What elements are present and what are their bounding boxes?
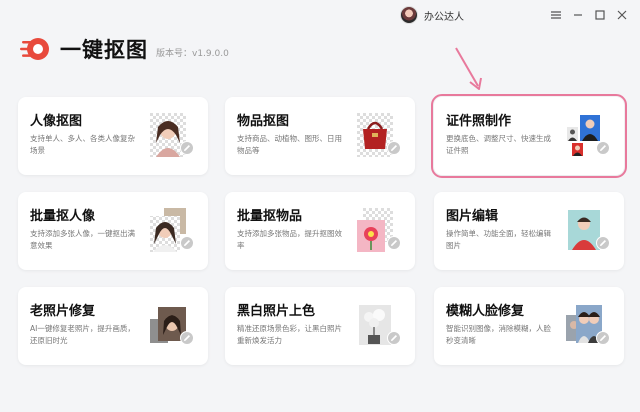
edit-icon — [387, 331, 401, 345]
avatar[interactable] — [400, 6, 418, 24]
card-portrait-cutout[interactable]: 人像抠图 支持单人、多人、各类人像复杂场景 — [18, 97, 208, 175]
close-icon[interactable] — [613, 6, 631, 24]
card-title: 图片编辑 — [446, 209, 499, 224]
edit-icon — [387, 236, 401, 250]
card-title: 人像抠图 — [30, 114, 83, 129]
edit-icon — [596, 141, 610, 155]
card-old-photo-restore[interactable]: 老照片修复 AI一键修复老照片，提升画质，还原旧时光 — [18, 287, 208, 365]
menu-icon[interactable] — [547, 6, 565, 24]
card-image-edit[interactable]: 图片编辑 操作简单、功能全面，轻松编辑图片 — [434, 192, 624, 270]
edit-icon — [180, 141, 194, 155]
app-title: 一键抠图 — [60, 38, 148, 62]
card-desc: 精准还原场景色彩，让黑白照片重新焕发活力 — [237, 324, 342, 345]
card-title: 物品抠图 — [237, 114, 290, 129]
app-logo-icon — [20, 35, 52, 63]
card-batch-object[interactable]: 批量抠物品 支持添加多张物品，提升抠图效率 — [225, 192, 415, 270]
card-object-cutout[interactable]: 物品抠图 支持商品、动植物、图形、日用物品等 — [225, 97, 415, 175]
username: 办公达人 — [424, 11, 464, 23]
card-title: 证件照制作 — [446, 114, 512, 129]
card-title: 模糊人脸修复 — [446, 304, 525, 319]
card-desc: 支持添加多张物品，提升抠图效率 — [237, 229, 342, 250]
card-title: 批量抠人像 — [30, 209, 96, 224]
minimize-icon[interactable] — [569, 6, 587, 24]
card-desc: 支持单人、多人、各类人像复杂场景 — [30, 134, 135, 155]
card-desc: 支持商品、动植物、图形、日用物品等 — [237, 134, 342, 155]
title-bar: 办公达人 — [0, 0, 640, 32]
card-desc: 智能识别图像，消除模糊，人脸秒变清晰 — [446, 324, 551, 345]
maximize-icon[interactable] — [591, 6, 609, 24]
edit-icon — [596, 331, 610, 345]
card-desc: 更换底色、调整尺寸、快速生成证件照 — [446, 134, 551, 155]
card-title: 批量抠物品 — [237, 209, 303, 224]
edit-icon — [180, 236, 194, 250]
brand-header: 一键抠图 版本号：v1.9.0.0 — [20, 34, 229, 64]
card-desc: AI一键修复老照片，提升画质，还原旧时光 — [30, 324, 135, 345]
edit-icon — [387, 141, 401, 155]
card-title: 老照片修复 — [30, 304, 96, 319]
card-face-restore[interactable]: 模糊人脸修复 智能识别图像，消除模糊，人脸秒变清晰 — [434, 287, 624, 365]
user-account[interactable]: 办公达人 — [400, 6, 464, 24]
version-label: 版本号：v1.9.0.0 — [156, 48, 229, 59]
card-desc: 支持添加多张人像，一键抠出满意效果 — [30, 229, 135, 250]
card-id-photo[interactable]: 证件照制作 更换底色、调整尺寸、快速生成证件照 — [431, 94, 627, 178]
annotation-arrow-icon — [455, 47, 482, 90]
card-title: 黑白照片上色 — [237, 304, 316, 319]
edit-icon — [180, 331, 194, 345]
card-batch-portrait[interactable]: 批量抠人像 支持添加多张人像，一键抠出满意效果 — [18, 192, 208, 270]
card-desc: 操作简单、功能全面，轻松编辑图片 — [446, 229, 551, 250]
card-bw-colorize[interactable]: 黑白照片上色 精准还原场景色彩，让黑白照片重新焕发活力 — [225, 287, 415, 365]
edit-icon — [596, 236, 610, 250]
